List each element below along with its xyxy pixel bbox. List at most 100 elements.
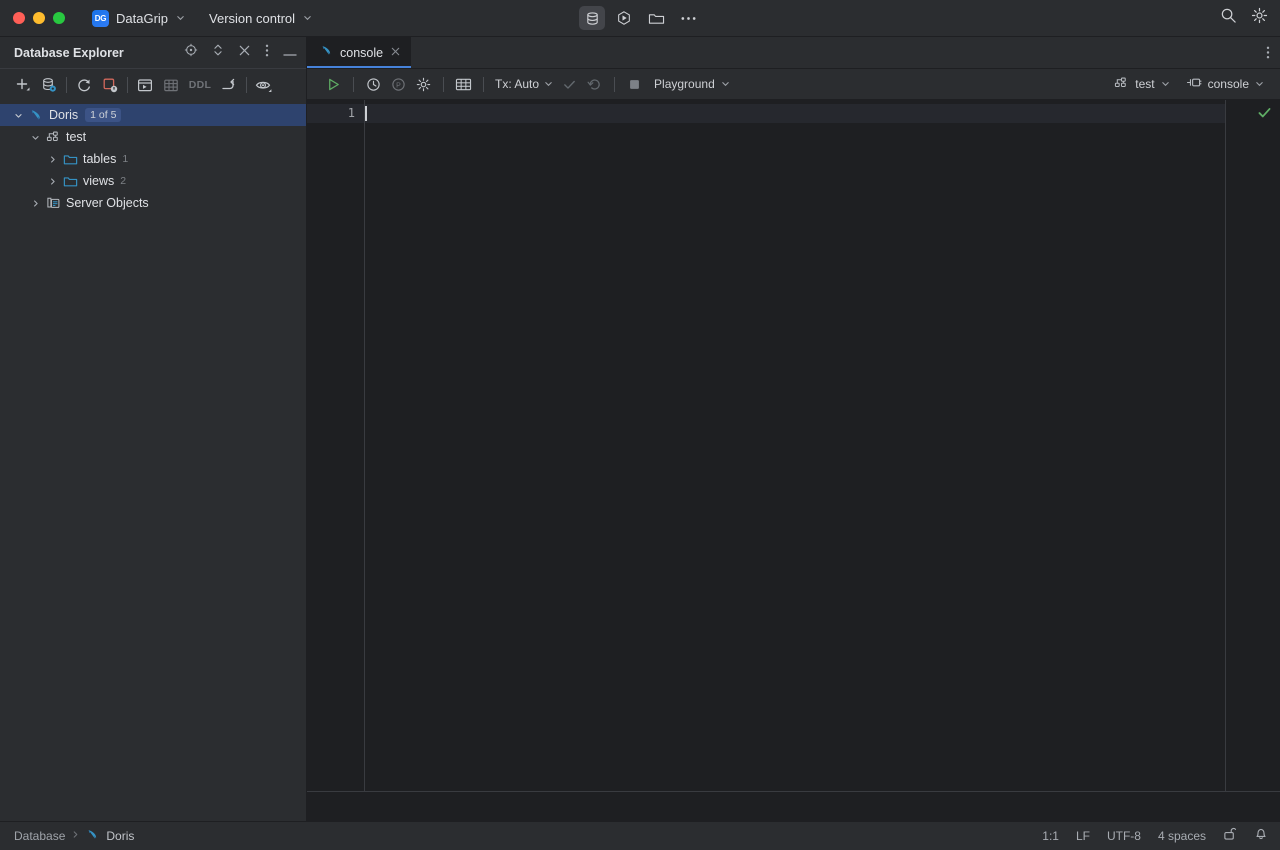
editor-right-rail[interactable] (1225, 100, 1280, 791)
transaction-mode-label: Tx: Auto (495, 77, 539, 91)
line-separator[interactable]: LF (1076, 829, 1090, 843)
file-encoding[interactable]: UTF-8 (1107, 829, 1141, 843)
schema-icon (1114, 76, 1129, 93)
title-bar: DG DataGrip Version control (0, 0, 1280, 37)
breadcrumb-separator-icon (72, 830, 79, 842)
more-options-icon[interactable] (675, 6, 701, 30)
code-editor-area: 1 (307, 100, 1280, 791)
database-explorer-header: Database Explorer (0, 37, 306, 69)
doris-datasource-icon (86, 828, 99, 844)
refresh-icon[interactable] (71, 73, 97, 97)
current-line-highlight (365, 104, 1225, 123)
rollback-icon[interactable] (582, 73, 607, 96)
options-icon[interactable] (265, 43, 269, 63)
transaction-mode-selector[interactable]: Tx: Auto (495, 77, 553, 91)
line-number: 1 (307, 104, 364, 123)
schema-selector[interactable]: test (1108, 76, 1175, 93)
project-name: DataGrip (116, 11, 168, 26)
profile-icon[interactable]: P (386, 73, 411, 96)
show-hidden-icon[interactable] (251, 73, 277, 97)
minimize-window-button[interactable] (33, 12, 45, 24)
breadcrumb-root[interactable]: Database (14, 829, 65, 843)
tree-node-test[interactable]: test (0, 126, 306, 148)
titlebar-center-toolbar (579, 6, 701, 30)
maximize-window-button[interactable] (53, 12, 65, 24)
chevron-down-icon (176, 13, 185, 24)
tab-console[interactable]: console (307, 37, 411, 68)
breadcrumb-current[interactable]: Doris (106, 829, 134, 843)
unlocked-padlock-icon[interactable] (1223, 826, 1237, 846)
tree-node-tables[interactable]: tables 1 (0, 148, 306, 170)
database-explorer-toolbar: DDL (0, 69, 306, 101)
tree-node-doris[interactable]: Doris 1 of 5 (0, 104, 306, 126)
tree-node-server-objects[interactable]: Server Objects (0, 192, 306, 214)
commit-icon[interactable] (557, 73, 582, 96)
tab-options-icon[interactable] (1266, 37, 1270, 68)
data-editor-icon[interactable] (158, 73, 184, 97)
editor-tab-bar: console (307, 37, 1280, 69)
history-clock-icon[interactable] (361, 73, 386, 96)
schema-label: test (1135, 77, 1154, 91)
close-icon[interactable] (390, 46, 401, 59)
console-toolbar: P (307, 69, 1280, 100)
database-icon[interactable] (579, 6, 605, 30)
window-traffic-lights (0, 12, 65, 24)
run-configuration-icon[interactable] (611, 6, 637, 30)
playground-label: Playground (654, 77, 715, 91)
search-icon[interactable] (1220, 7, 1237, 29)
data-grid-icon[interactable] (451, 73, 476, 96)
doris-datasource-icon (26, 108, 46, 122)
indent-setting[interactable]: 4 spaces (1158, 829, 1206, 843)
tree-node-label: tables (83, 152, 116, 166)
project-folder-icon[interactable] (643, 6, 669, 30)
close-all-icon[interactable] (238, 44, 251, 62)
session-label: console (1208, 77, 1249, 91)
notification-bell-icon[interactable] (1254, 826, 1268, 846)
tree-node-count: 2 (120, 175, 126, 187)
chevron-down-icon[interactable] (10, 111, 26, 120)
code-surface[interactable] (365, 100, 1225, 791)
chevron-right-icon[interactable] (27, 199, 43, 208)
breadcrumb: Database Doris (14, 828, 134, 844)
caret-position[interactable]: 1:1 (1042, 829, 1059, 843)
folder-icon (60, 175, 80, 188)
chevron-down-icon (303, 13, 312, 24)
session-icon (1186, 76, 1202, 92)
locate-icon[interactable] (184, 43, 198, 62)
chevron-right-icon[interactable] (44, 155, 60, 164)
minimize-icon[interactable] (283, 44, 297, 62)
playground-selector[interactable]: Playground (654, 77, 730, 91)
run-query-icon[interactable] (321, 73, 346, 96)
toolbar-separator (483, 77, 484, 92)
panel-title: Database Explorer (14, 46, 184, 60)
toolbar-separator (127, 77, 128, 93)
text-caret (365, 106, 367, 121)
expand-collapse-icon[interactable] (212, 43, 224, 62)
doris-console-icon (320, 44, 333, 62)
datasource-properties-icon[interactable] (36, 73, 62, 97)
close-window-button[interactable] (13, 12, 25, 24)
version-control-menu[interactable]: Version control (209, 11, 312, 26)
open-console-icon[interactable] (132, 73, 158, 97)
chevron-down-icon (721, 77, 730, 91)
jump-to-icon[interactable] (216, 73, 242, 97)
ok-checkmark-icon[interactable] (1257, 105, 1272, 125)
ddl-button[interactable]: DDL (184, 73, 216, 97)
database-tree: Doris 1 of 5 (0, 101, 306, 821)
editor-bottom-strip (307, 791, 1280, 821)
stop-icon[interactable] (622, 73, 647, 96)
session-settings-icon[interactable] (411, 73, 436, 96)
line-number-gutter: 1 (307, 100, 365, 791)
chevron-down-icon[interactable] (27, 133, 43, 142)
stop-refresh-icon[interactable] (97, 73, 123, 97)
status-bar-right: 1:1 LF UTF-8 4 spaces (1042, 826, 1268, 846)
add-data-source-icon[interactable] (10, 73, 36, 97)
settings-gear-icon[interactable] (1251, 7, 1268, 29)
tree-node-views[interactable]: views 2 (0, 170, 306, 192)
chevron-right-icon[interactable] (44, 177, 60, 186)
session-selector[interactable]: console (1180, 76, 1270, 92)
project-menu[interactable]: DG DataGrip (92, 10, 185, 27)
active-tab-indicator (307, 66, 411, 68)
titlebar-right-toolbar (1220, 7, 1268, 29)
main-content: Database Explorer (0, 37, 1280, 821)
